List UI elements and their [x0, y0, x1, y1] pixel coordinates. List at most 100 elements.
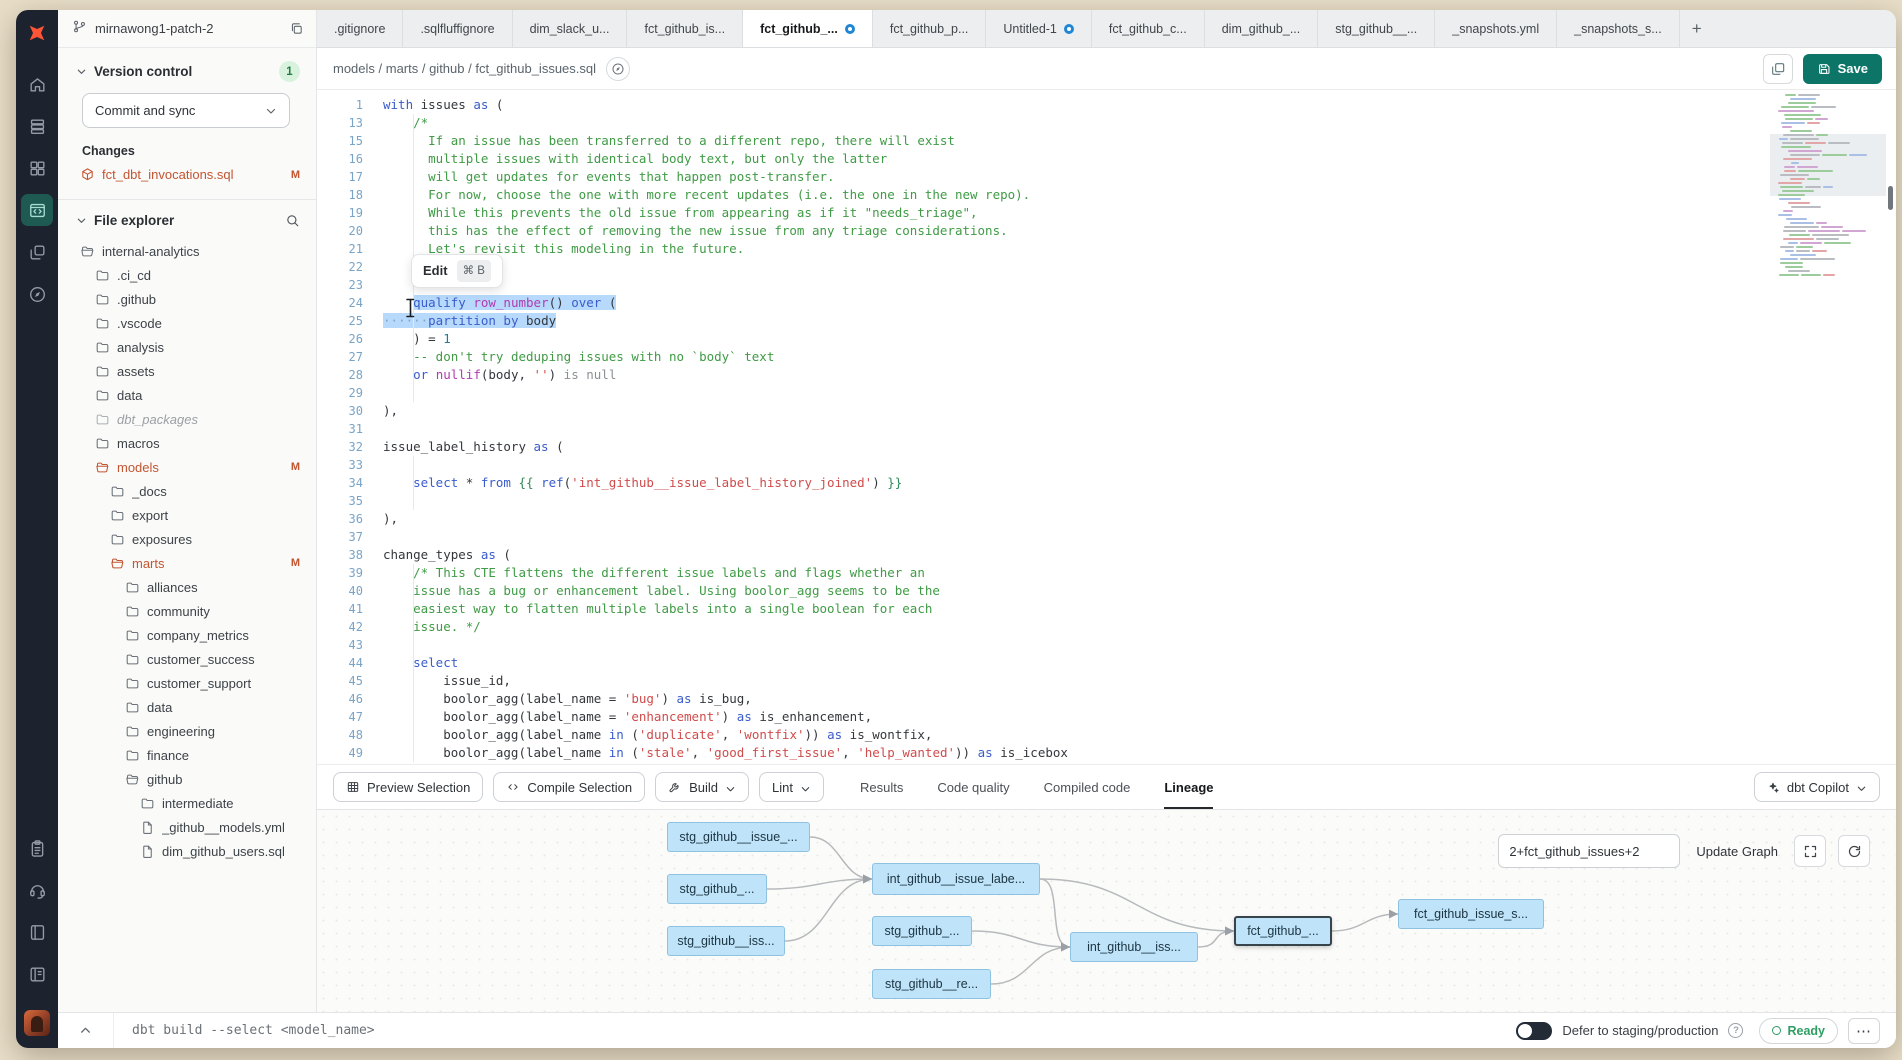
file-tree-item[interactable]: engineering [58, 719, 316, 743]
file-tree-item[interactable]: _github__models.yml [58, 815, 316, 839]
code-line[interactable]: 1with issues as ( [317, 96, 1896, 114]
code-line[interactable]: 43 [317, 636, 1896, 654]
new-tab-button[interactable]: + [1680, 10, 1714, 47]
new-window-icon[interactable] [21, 236, 53, 268]
file-tree-item[interactable]: data [58, 383, 316, 407]
code-line[interactable]: 36), [317, 510, 1896, 528]
help-icon[interactable]: ? [1728, 1023, 1743, 1038]
lineage-node[interactable]: stg_github__issue_... [667, 822, 810, 852]
file-tree-item[interactable]: export [58, 503, 316, 527]
code-line[interactable]: 41 easiest way to flatten multiple label… [317, 600, 1896, 618]
lineage-node[interactable]: stg_github__re... [872, 969, 991, 999]
code-line[interactable]: 42 issue. */ [317, 618, 1896, 636]
editor-tab[interactable]: dim_slack_u... [513, 10, 628, 47]
compile-button[interactable]: Compile Selection [493, 772, 645, 802]
code-line[interactable]: 34 select * from {{ ref('int_github__iss… [317, 474, 1896, 492]
branch-bar[interactable]: mirnawong1-patch-2 [58, 10, 316, 48]
editor-tab[interactable]: _snapshots_s... [1557, 10, 1680, 47]
editor-tab[interactable]: .gitignore [317, 10, 403, 47]
lint-button[interactable]: Lint [759, 772, 824, 802]
code-line[interactable]: 46 boolor_agg(label_name = 'bug') as is_… [317, 690, 1896, 708]
editor-tab[interactable]: _snapshots.yml [1435, 10, 1557, 47]
ide-icon[interactable] [21, 194, 53, 226]
file-tree-item[interactable]: internal-analytics [58, 239, 316, 263]
lineage-node[interactable]: int_github__issue_labe... [872, 863, 1040, 895]
code-line[interactable]: 39 /* This CTE flattens the different is… [317, 564, 1896, 582]
file-tree-item[interactable]: intermediate [58, 791, 316, 815]
file-tree-item[interactable]: assets [58, 359, 316, 383]
file-tree-item[interactable]: .vscode [58, 311, 316, 335]
collapse-panel-button[interactable] [58, 1013, 114, 1048]
preview-button[interactable]: Preview Selection [333, 772, 483, 802]
edit-tooltip[interactable]: Edit ⌘ B [411, 254, 503, 288]
code-editor[interactable]: 1with issues as (13 /*15 If an issue has… [317, 90, 1896, 764]
apps-grid-icon[interactable] [21, 152, 53, 184]
panel-tab-lineage[interactable]: Lineage [1164, 765, 1213, 810]
docs-icon[interactable] [21, 916, 53, 948]
file-tree-item[interactable]: modelsM [58, 455, 316, 479]
version-control-header[interactable]: Version control 1 [58, 48, 316, 91]
code-line[interactable]: 47 boolor_agg(label_name = 'enhancement'… [317, 708, 1896, 726]
editor-tab[interactable]: stg_github__... [1318, 10, 1435, 47]
orchestration-icon[interactable] [21, 278, 53, 310]
file-tree-item[interactable]: analysis [58, 335, 316, 359]
home-icon[interactable] [21, 68, 53, 100]
editor-scrollbar[interactable] [1888, 186, 1893, 210]
code-line[interactable]: 25······partition by body [317, 312, 1896, 330]
compass-icon[interactable] [606, 57, 630, 81]
editor-tab[interactable]: fct_github_is... [627, 10, 743, 47]
code-line[interactable]: 16 multiple issues with identical body t… [317, 150, 1896, 168]
code-line[interactable]: 33 [317, 456, 1896, 474]
code-line[interactable]: 37 [317, 528, 1896, 546]
notes-icon[interactable] [21, 832, 53, 864]
support-icon[interactable] [21, 874, 53, 906]
panel-tab-results[interactable]: Results [860, 765, 903, 810]
fullscreen-button[interactable] [1794, 835, 1826, 867]
code-line[interactable]: 24 qualify row_number() over ( [317, 294, 1896, 312]
code-line[interactable]: 28 or nullif(body, '') is null [317, 366, 1896, 384]
file-tree-item[interactable]: dbt_packages [58, 407, 316, 431]
code-line[interactable]: 49 boolor_agg(label_name in ('stale', 'g… [317, 744, 1896, 762]
editor-tab[interactable]: fct_github_... [743, 10, 873, 48]
copy-branch-icon[interactable] [289, 21, 304, 36]
editor-tab[interactable]: fct_github_c... [1092, 10, 1205, 47]
lineage-node[interactable]: stg_github_... [872, 916, 972, 946]
code-line[interactable]: 40 issue has a bug or enhancement label.… [317, 582, 1896, 600]
code-line[interactable]: 19 While this prevents the old issue fro… [317, 204, 1896, 222]
code-line[interactable]: 26 ) = 1 [317, 330, 1896, 348]
code-line[interactable]: 13 /* [317, 114, 1896, 132]
lineage-node[interactable]: fct_github_issue_s... [1398, 899, 1544, 929]
editor-tab[interactable]: dim_github_... [1205, 10, 1319, 47]
file-tree-item[interactable]: github [58, 767, 316, 791]
code-line[interactable]: 45 issue_id, [317, 672, 1896, 690]
lineage-node[interactable]: int_github__iss... [1070, 932, 1198, 962]
commit-and-sync-button[interactable]: Commit and sync [82, 93, 290, 128]
code-line[interactable]: 20 this has the effect of removing the n… [317, 222, 1896, 240]
file-tree-item[interactable]: martsM [58, 551, 316, 575]
code-line[interactable]: 31 [317, 420, 1896, 438]
editor-tab[interactable]: fct_github_p... [873, 10, 987, 47]
file-tree-item[interactable]: finance [58, 743, 316, 767]
code-line[interactable]: 32issue_label_history as ( [317, 438, 1896, 456]
file-tree-item[interactable]: .github [58, 287, 316, 311]
defer-toggle[interactable] [1516, 1022, 1552, 1040]
file-tree-item[interactable]: community [58, 599, 316, 623]
save-options-button[interactable] [1763, 54, 1793, 84]
code-line[interactable]: 17 will get updates for events that happ… [317, 168, 1896, 186]
file-tree-item[interactable]: customer_success [58, 647, 316, 671]
command-input[interactable]: dbt build --select <model_name> [132, 1023, 375, 1038]
lineage-node[interactable]: fct_github_... [1234, 916, 1332, 946]
minimap[interactable] [1776, 94, 1880, 282]
code-line[interactable]: 44 select [317, 654, 1896, 672]
code-line[interactable]: 21 Let's revisit this modeling in the fu… [317, 240, 1896, 258]
code-line[interactable]: 30), [317, 402, 1896, 420]
code-line[interactable]: 48 boolor_agg(label_name in ('duplicate'… [317, 726, 1896, 744]
code-line[interactable]: 35 [317, 492, 1896, 510]
environments-icon[interactable] [21, 110, 53, 142]
update-graph-button[interactable]: Update Graph [1692, 844, 1782, 859]
lineage-node[interactable]: stg_github__iss... [667, 926, 785, 956]
dbt-copilot-button[interactable]: dbt Copilot [1754, 772, 1880, 802]
changed-file-row[interactable]: fct_dbt_invocations.sql M [58, 164, 316, 185]
file-tree-item[interactable]: company_metrics [58, 623, 316, 647]
file-explorer-header[interactable]: File explorer [58, 200, 316, 237]
